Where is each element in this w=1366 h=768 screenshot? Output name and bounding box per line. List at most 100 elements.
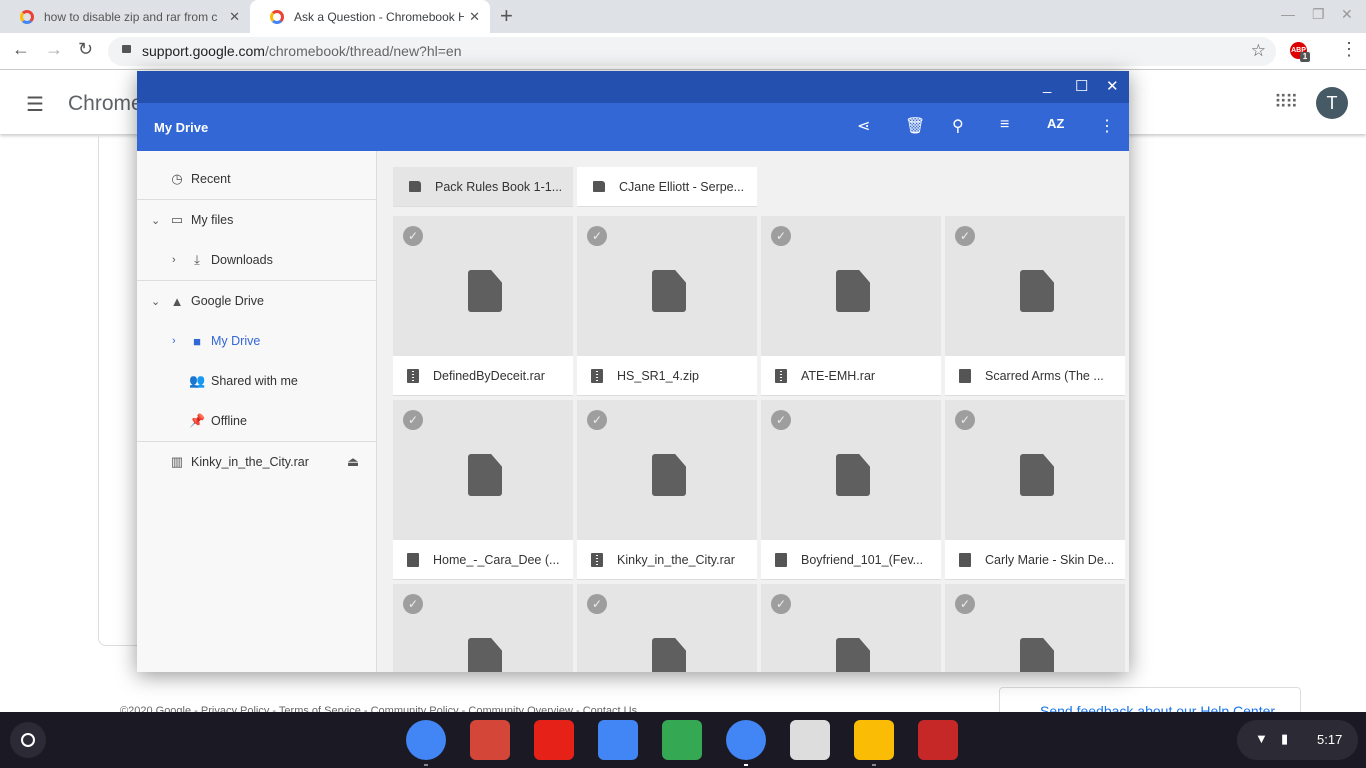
file-thumbnail[interactable]: ✓: [577, 216, 757, 356]
file-label[interactable]: ATE-EMH.rar: [761, 356, 941, 396]
check-icon[interactable]: ✓: [403, 410, 423, 430]
file-thumbnail[interactable]: ✓: [945, 584, 1125, 672]
file-tile[interactable]: ✓: [761, 584, 941, 672]
files-sidebar: ◷ Recent ⌄ ▭ My files › ⤓ Downloads ⌄ ▲ Google …: [137, 151, 377, 672]
chevron-down-icon[interactable]: ⌄: [151, 295, 160, 308]
shelf-app-m-app[interactable]: [918, 720, 958, 760]
page-brand[interactable]: Chrome: [68, 92, 143, 116]
star-icon[interactable]: ☆: [1251, 41, 1266, 61]
chevron-right-icon[interactable]: ›: [172, 254, 176, 266]
check-icon[interactable]: ✓: [955, 226, 975, 246]
new-tab-button[interactable]: +: [500, 3, 513, 29]
file-label[interactable]: Scarred Arms (The ...: [945, 356, 1125, 396]
tab-ask-question[interactable]: Ask a Question - Chromebook He ✕: [250, 0, 490, 33]
file-tile[interactable]: ✓ Boyfriend_101_(Fev...: [761, 400, 941, 580]
file-tile[interactable]: ✓ HS_SR1_4.zip: [577, 216, 757, 396]
sidebar-item-archive[interactable]: ▥ Kinky_in_the_City.rar ⏏: [137, 442, 377, 482]
chevron-right-icon[interactable]: ›: [172, 335, 176, 347]
sidebar-item-downloads[interactable]: › ⤓ Downloads: [137, 240, 377, 280]
file-thumbnail[interactable]: ✓: [761, 216, 941, 356]
file-thumbnail[interactable]: ✓: [393, 400, 573, 540]
shelf-app-play-store[interactable]: [662, 720, 702, 760]
shelf-app-docs[interactable]: [598, 720, 638, 760]
file-label[interactable]: HS_SR1_4.zip: [577, 356, 757, 396]
file-label[interactable]: Kinky_in_the_City.rar: [577, 540, 757, 580]
check-icon[interactable]: ✓: [955, 594, 975, 614]
avatar[interactable]: T: [1316, 87, 1348, 119]
sidebar-item-offline[interactable]: 📌 Offline: [137, 401, 377, 441]
reload-icon[interactable]: ↻: [78, 39, 93, 60]
check-icon[interactable]: ✓: [587, 226, 607, 246]
address-bar[interactable]: support.google.com/chromebook/thread/new…: [108, 37, 1276, 66]
file-tile[interactable]: ✓ ATE-EMH.rar: [761, 216, 941, 396]
close-tab-icon[interactable]: ✕: [229, 9, 240, 25]
sidebar-item-shared-with-me[interactable]: 👥 Shared with me: [137, 361, 377, 401]
check-icon[interactable]: ✓: [771, 594, 791, 614]
file-thumbnail[interactable]: ✓: [577, 584, 757, 672]
file-tile[interactable]: ✓ Kinky_in_the_City.rar: [577, 400, 757, 580]
sidebar-item-my-drive[interactable]: › ■ My Drive: [137, 321, 377, 361]
shelf-app-youtube[interactable]: [534, 720, 574, 760]
file-tile[interactable]: ✓: [393, 584, 573, 672]
shelf-app-gmail[interactable]: [470, 720, 510, 760]
chevron-down-icon[interactable]: ⌄: [151, 214, 160, 227]
file-thumbnail[interactable]: ✓: [761, 400, 941, 540]
search-icon[interactable]: ⚲: [952, 116, 964, 136]
file-thumbnail[interactable]: ✓: [393, 216, 573, 356]
apps-grid-icon[interactable]: ⠿⠿: [1274, 92, 1298, 113]
launcher-button[interactable]: [10, 722, 46, 758]
minimize-icon[interactable]: —: [1281, 6, 1295, 22]
folder-tile[interactable]: Pack Rules Book 1-1...: [393, 167, 573, 207]
file-tile[interactable]: ✓: [945, 584, 1125, 672]
file-thumbnail[interactable]: ✓: [761, 584, 941, 672]
sidebar-item-my-files[interactable]: ⌄ ▭ My files: [137, 200, 377, 240]
maximize-icon[interactable]: ☐: [1075, 77, 1088, 95]
shelf-app-files[interactable]: [726, 720, 766, 766]
close-icon[interactable]: ✕: [1106, 77, 1119, 95]
check-icon[interactable]: ✓: [771, 226, 791, 246]
more-icon[interactable]: ⋮: [1099, 116, 1115, 136]
close-window-icon[interactable]: ✕: [1341, 6, 1353, 23]
file-label[interactable]: Boyfriend_101_(Fev...: [761, 540, 941, 580]
check-icon[interactable]: ✓: [403, 594, 423, 614]
file-tile[interactable]: ✓ DefinedByDeceit.rar: [393, 216, 573, 396]
forward-icon[interactable]: →: [45, 39, 63, 60]
check-icon[interactable]: ✓: [587, 594, 607, 614]
file-tile[interactable]: ✓ Home_-_Cara_Dee (...: [393, 400, 573, 580]
check-icon[interactable]: ✓: [587, 410, 607, 430]
file-tile[interactable]: ✓ Scarred Arms (The ...: [945, 216, 1125, 396]
list-view-icon[interactable]: ≡: [1000, 116, 1009, 134]
share-icon[interactable]: ⋖: [857, 116, 870, 136]
menu-icon[interactable]: ☰: [26, 92, 44, 117]
close-tab-icon[interactable]: ✕: [469, 9, 480, 25]
file-label[interactable]: Carly Marie - Skin De...: [945, 540, 1125, 580]
browser-menu-icon[interactable]: ⋮: [1340, 39, 1358, 60]
sidebar-item-google-drive[interactable]: ⌄ ▲ Google Drive: [137, 281, 377, 321]
status-tray[interactable]: ▼ ▮ 5:17: [1237, 720, 1358, 760]
tab-search[interactable]: how to disable zip and rar from c ✕: [0, 0, 250, 33]
sidebar-item-recent[interactable]: ◷ Recent: [137, 159, 377, 199]
back-icon[interactable]: ←: [12, 39, 30, 60]
file-thumbnail[interactable]: ✓: [393, 584, 573, 672]
shelf-app-chrome[interactable]: [406, 720, 446, 766]
window-titlebar[interactable]: _ ☐ ✕: [137, 71, 1129, 103]
file-label[interactable]: Home_-_Cara_Dee (...: [393, 540, 573, 580]
eject-icon[interactable]: ⏏: [345, 454, 361, 470]
check-icon[interactable]: ✓: [403, 226, 423, 246]
folder-tile[interactable]: CJane Elliott - Serpe...: [577, 167, 757, 207]
shelf-app-cloud-app[interactable]: [790, 720, 830, 760]
file-tile[interactable]: ✓: [577, 584, 757, 672]
file-label[interactable]: DefinedByDeceit.rar: [393, 356, 573, 396]
file-tile[interactable]: ✓ Carly Marie - Skin De...: [945, 400, 1125, 580]
shelf-app-drive[interactable]: [854, 720, 894, 766]
check-icon[interactable]: ✓: [771, 410, 791, 430]
check-icon[interactable]: ✓: [955, 410, 975, 430]
file-thumbnail[interactable]: ✓: [945, 216, 1125, 356]
minimize-icon[interactable]: _: [1043, 77, 1051, 94]
delete-icon[interactable]: 🗑: [905, 116, 925, 136]
sort-az-icon[interactable]: AZ: [1047, 116, 1064, 131]
file-thumbnail[interactable]: ✓: [577, 400, 757, 540]
adblock-extension-icon[interactable]: ABP 1: [1290, 42, 1310, 62]
file-thumbnail[interactable]: ✓: [945, 400, 1125, 540]
restore-icon[interactable]: ❐: [1312, 6, 1325, 23]
